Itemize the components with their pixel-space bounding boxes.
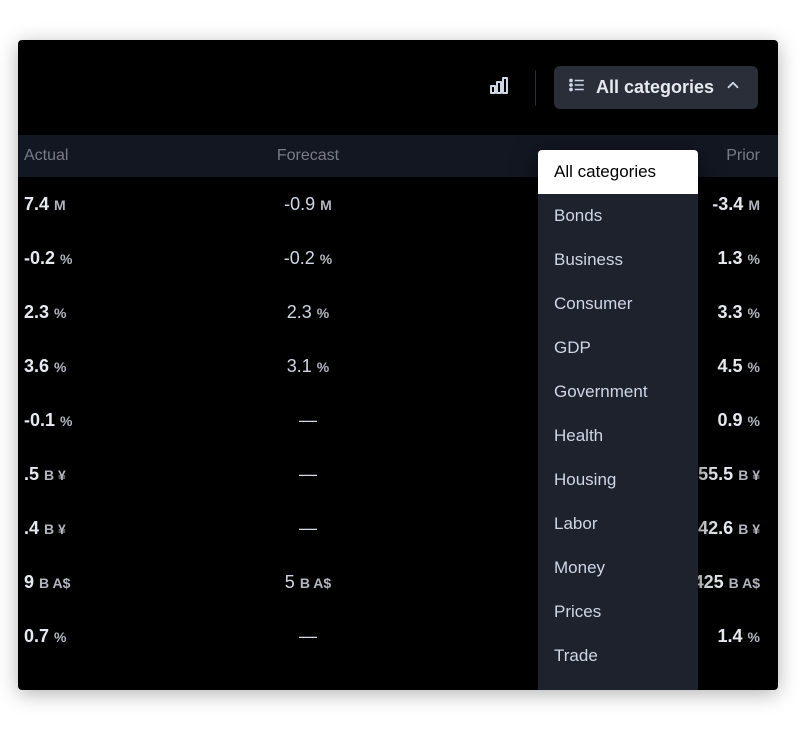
menu-item-taxes[interactable]: Taxes xyxy=(538,678,698,690)
menu-item-prices[interactable]: Prices xyxy=(538,590,698,634)
cell-actual: .5 B ¥ xyxy=(18,464,88,485)
chevron-up-icon xyxy=(724,76,742,99)
toolbar-divider xyxy=(535,70,536,106)
list-icon xyxy=(568,76,586,99)
cell-actual: 3.6 % xyxy=(18,356,88,377)
menu-item-consumer[interactable]: Consumer xyxy=(538,282,698,326)
cell-actual: 7.4 M xyxy=(18,194,88,215)
categories-dropdown-menu: All categoriesBondsBusinessConsumerGDPGo… xyxy=(538,150,698,690)
menu-item-bonds[interactable]: Bonds xyxy=(538,194,698,238)
categories-dropdown-toggle[interactable]: All categories xyxy=(554,66,758,109)
menu-item-housing[interactable]: Housing xyxy=(538,458,698,502)
menu-item-labor[interactable]: Labor xyxy=(538,502,698,546)
menu-item-trade[interactable]: Trade xyxy=(538,634,698,678)
menu-item-money[interactable]: Money xyxy=(538,546,698,590)
menu-item-all-categories[interactable]: All categories xyxy=(538,150,698,194)
cell-actual: 2.3 % xyxy=(18,302,88,323)
cell-actual: -0.2 % xyxy=(18,248,88,269)
menu-item-health[interactable]: Health xyxy=(538,414,698,458)
cell-actual: .4 B ¥ xyxy=(18,518,88,539)
cell-actual: 0.7 % xyxy=(18,626,88,647)
app-panel: All categories Actual Forecast Prior 7.4… xyxy=(18,40,778,690)
menu-item-gdp[interactable]: GDP xyxy=(538,326,698,370)
menu-item-business[interactable]: Business xyxy=(538,238,698,282)
header-actual: Actual xyxy=(18,147,88,165)
menu-item-government[interactable]: Government xyxy=(538,370,698,414)
top-bar: All categories xyxy=(18,40,778,135)
cell-actual: -0.1 % xyxy=(18,410,88,431)
categories-dropdown-label: All categories xyxy=(596,77,714,98)
bar-chart-icon xyxy=(487,73,511,102)
chart-button[interactable] xyxy=(483,72,515,104)
cell-actual: 9 B A$ xyxy=(18,572,88,593)
